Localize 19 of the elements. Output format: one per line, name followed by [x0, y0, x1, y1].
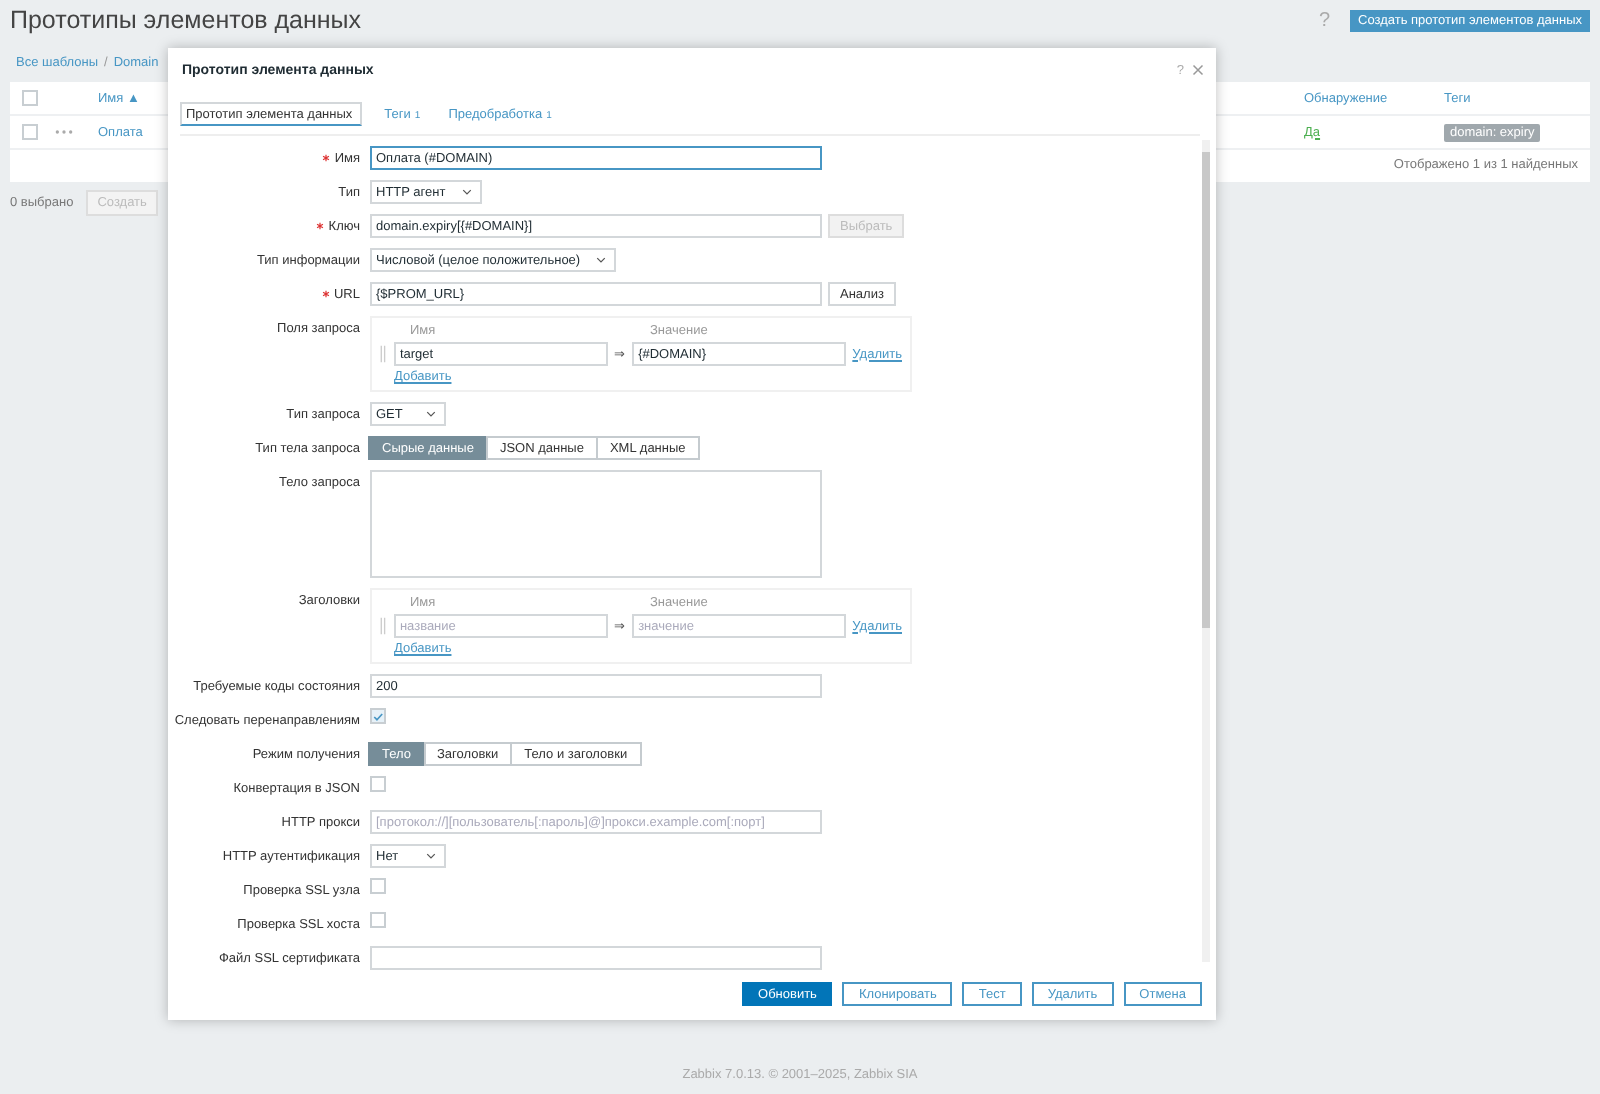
chevron-down-icon [461, 188, 472, 196]
select-all-checkbox[interactable] [22, 90, 38, 106]
drag-handle-icon[interactable] [378, 344, 388, 364]
drag-handle-icon[interactable] [378, 616, 388, 636]
help-link[interactable]: ? [1318, 9, 1331, 31]
checkbox[interactable] [370, 776, 386, 792]
checkbox[interactable] [370, 708, 386, 724]
row-checkbox[interactable] [22, 124, 38, 140]
more-dots-icon[interactable] [54, 128, 74, 136]
text-field[interactable] [370, 946, 822, 970]
page-title: Прототипы элементов данных [10, 6, 364, 34]
chevron-down-icon [426, 410, 436, 418]
scrollbar[interactable] [1202, 140, 1210, 962]
text-area[interactable] [370, 470, 822, 578]
checkbox[interactable] [370, 878, 386, 894]
chevron-down-icon [596, 256, 607, 264]
checkbox[interactable] [370, 912, 386, 928]
chevron-down-icon [426, 852, 436, 860]
close-icon[interactable] [1192, 64, 1204, 76]
